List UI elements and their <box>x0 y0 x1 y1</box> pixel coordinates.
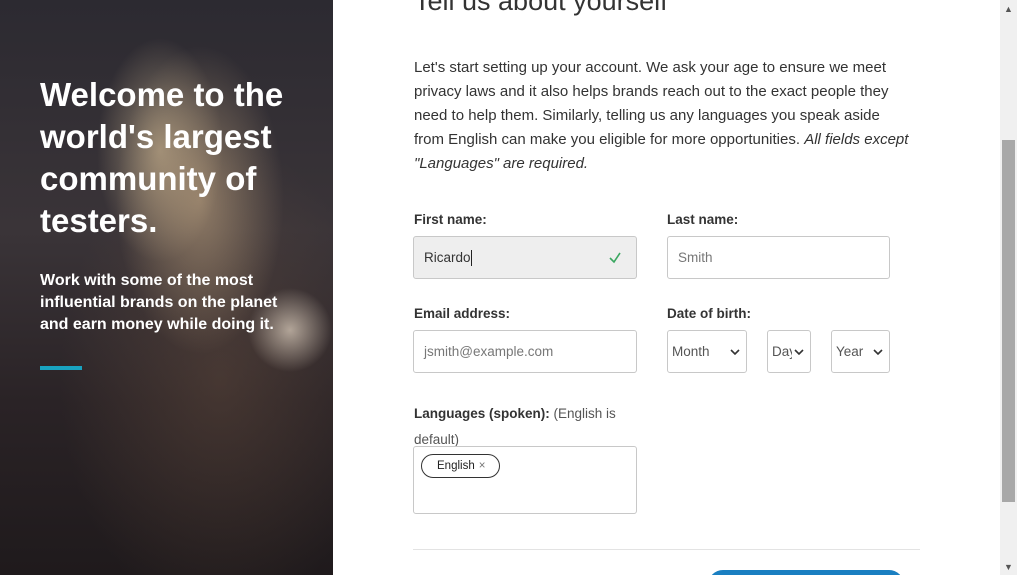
email-placeholder: jsmith@example.com <box>424 344 554 359</box>
languages-input[interactable]: English × <box>413 446 637 514</box>
page-title: Tell us about yourself <box>414 0 668 16</box>
check-icon <box>608 237 622 294</box>
scroll-up-icon[interactable]: ▲ <box>1000 0 1017 17</box>
text-caret <box>470 250 472 267</box>
first-name-label: First name: <box>414 212 487 227</box>
dob-year-select[interactable]: Year <box>831 330 890 373</box>
last-name-field[interactable]: Smith <box>667 236 890 279</box>
hero-title: Welcome to the world's largest community… <box>40 76 284 239</box>
last-name-label: Last name: <box>667 212 739 227</box>
languages-label-text: Languages (spoken): <box>414 406 550 421</box>
signup-form: Tell us about yourself Let's start setti… <box>333 0 1000 575</box>
chevron-down-icon <box>792 331 806 372</box>
page-scrollbar[interactable]: ▲ ▼ <box>1000 0 1017 575</box>
continue-button[interactable] <box>708 570 904 575</box>
scroll-down-icon[interactable]: ▼ <box>1000 558 1017 575</box>
hero-accent-bar <box>40 366 82 370</box>
language-tag-label: English <box>437 460 475 472</box>
dob-day-select[interactable]: Day <box>767 330 811 373</box>
chevron-down-icon <box>871 331 885 372</box>
remove-tag-icon[interactable]: × <box>479 460 486 472</box>
intro-text: Let's start setting up your account. We … <box>414 56 909 176</box>
form-divider <box>413 549 920 550</box>
email-label: Email address: <box>414 306 511 321</box>
first-name-field[interactable]: Ricardo <box>413 236 637 279</box>
chevron-down-icon <box>728 331 742 372</box>
dob-label: Date of birth: <box>667 306 751 321</box>
last-name-placeholder: Smith <box>678 250 713 265</box>
hero-subtitle: Work with some of the most influential b… <box>40 272 278 333</box>
dob-year-value: Year <box>836 344 864 359</box>
email-field[interactable]: jsmith@example.com <box>413 330 637 373</box>
scroll-thumb[interactable] <box>1002 140 1015 502</box>
hero-panel: Welcome to the world's largest community… <box>0 0 333 575</box>
right-gutter <box>1017 0 1034 575</box>
language-tag: English × <box>421 454 501 478</box>
dob-month-select[interactable]: Month <box>667 330 747 373</box>
dob-month-value: Month <box>672 344 710 359</box>
first-name-value: Ricardo <box>424 250 471 265</box>
